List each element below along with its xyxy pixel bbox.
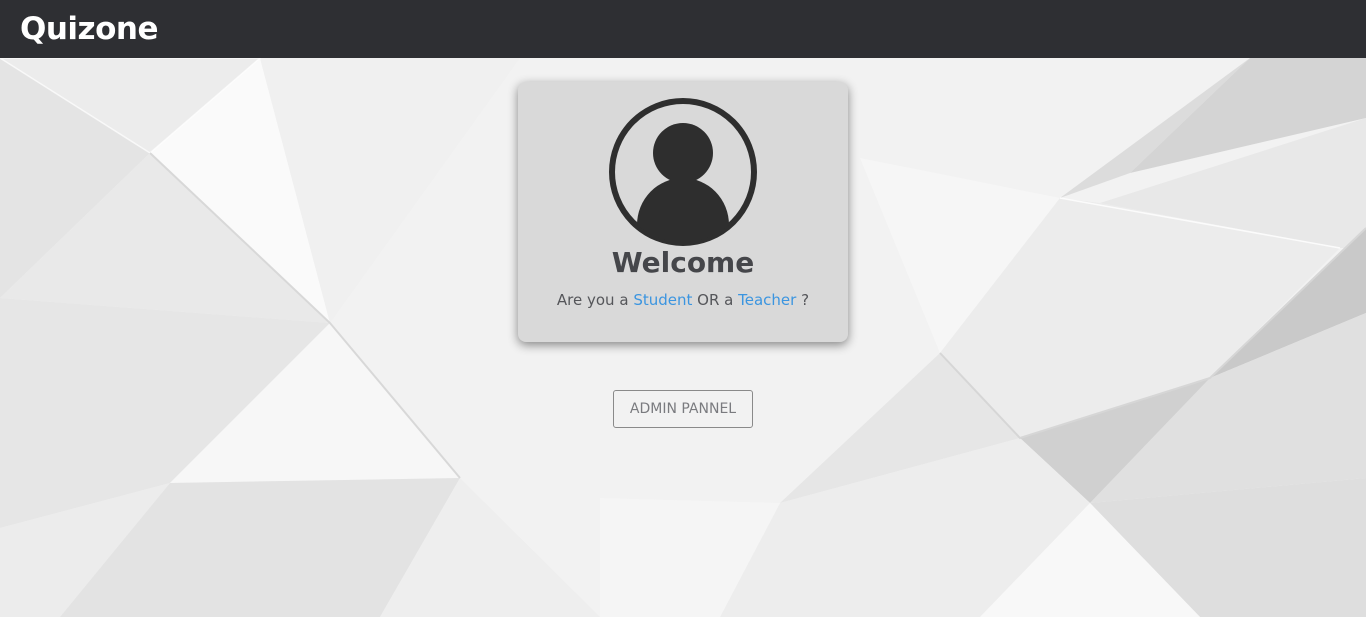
student-link[interactable]: Student xyxy=(633,291,692,309)
question-prefix: Are you a xyxy=(556,291,629,309)
welcome-heading: Welcome xyxy=(611,246,755,279)
brand-logo[interactable]: Quizone xyxy=(20,11,158,47)
top-navbar: Quizone xyxy=(0,0,1366,58)
admin-panel-button[interactable]: ADMIN PANNEL xyxy=(613,390,753,428)
question-suffix: ? xyxy=(801,291,810,309)
background-area: Welcome Are you a Student OR a Teacher ?… xyxy=(0,58,1366,617)
welcome-card: Welcome Are you a Student OR a Teacher ? xyxy=(518,82,848,342)
role-question: Are you a Student OR a Teacher ? xyxy=(518,291,848,309)
user-avatar-icon xyxy=(609,98,757,246)
or-text: OR a xyxy=(697,291,734,309)
teacher-link[interactable]: Teacher xyxy=(738,291,796,309)
